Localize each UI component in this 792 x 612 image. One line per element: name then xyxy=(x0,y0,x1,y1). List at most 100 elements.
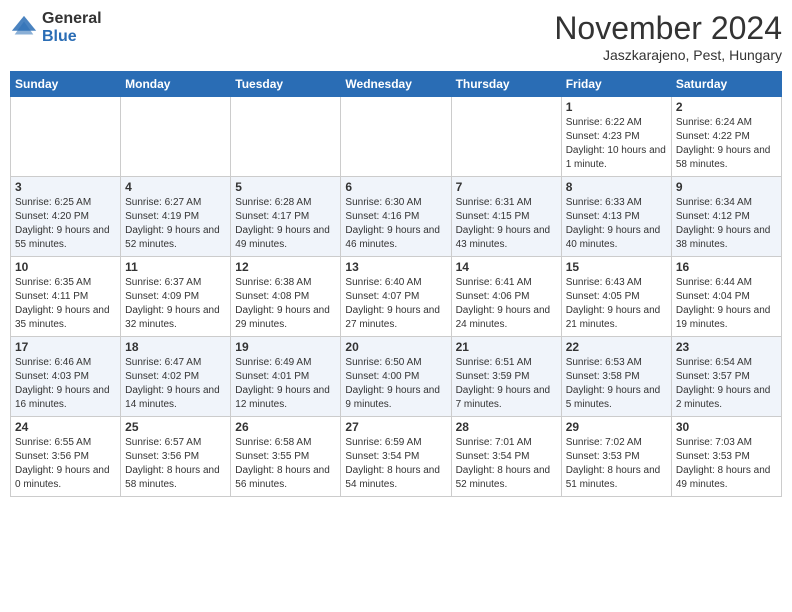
calendar-cell: 6 Sunrise: 6:30 AM Sunset: 4:16 PM Daylig… xyxy=(341,177,451,257)
logo-text: General Blue xyxy=(42,10,102,45)
calendar-cell: 25 Sunrise: 6:57 AM Sunset: 3:56 PM Dayli… xyxy=(121,417,231,497)
calendar-week-row: 10 Sunrise: 6:35 AM Sunset: 4:11 PM Dayli… xyxy=(11,257,782,337)
day-number: 7 xyxy=(456,180,557,194)
calendar-cell xyxy=(231,97,341,177)
calendar-cell: 19 Sunrise: 6:49 AM Sunset: 4:01 PM Dayli… xyxy=(231,337,341,417)
calendar-cell: 7 Sunrise: 6:31 AM Sunset: 4:15 PM Daylig… xyxy=(451,177,561,257)
calendar-cell xyxy=(11,97,121,177)
day-info: Sunrise: 6:58 AM Sunset: 3:55 PM Dayligh… xyxy=(235,436,336,492)
day-info: Sunrise: 6:54 AM Sunset: 3:57 PM Dayligh… xyxy=(676,356,777,412)
day-info: Sunrise: 6:47 AM Sunset: 4:02 PM Dayligh… xyxy=(125,356,226,412)
day-info: Sunrise: 7:03 AM Sunset: 3:53 PM Dayligh… xyxy=(676,436,777,492)
calendar-cell: 18 Sunrise: 6:47 AM Sunset: 4:02 PM Dayli… xyxy=(121,337,231,417)
day-number: 1 xyxy=(566,100,667,114)
day-info: Sunrise: 6:37 AM Sunset: 4:09 PM Dayligh… xyxy=(125,276,226,332)
day-number: 29 xyxy=(566,420,667,434)
calendar-cell: 24Sunrise: 6:55 AM Sunset: 3:56 PM Dayli… xyxy=(11,417,121,497)
calendar-cell xyxy=(341,97,451,177)
logo-icon xyxy=(10,14,38,42)
calendar-cell: 4 Sunrise: 6:27 AM Sunset: 4:19 PM Daylig… xyxy=(121,177,231,257)
day-info: Sunrise: 6:40 AM Sunset: 4:07 PM Dayligh… xyxy=(345,276,446,332)
weekday-header: Saturday xyxy=(671,72,781,97)
title-block: November 2024 Jaszkarajeno, Pest, Hungar… xyxy=(554,10,782,63)
calendar-cell: 9 Sunrise: 6:34 AM Sunset: 4:12 PM Daylig… xyxy=(671,177,781,257)
calendar-cell: 11Sunrise: 6:37 AM Sunset: 4:09 PM Dayli… xyxy=(121,257,231,337)
calendar-cell: 15 Sunrise: 6:43 AM Sunset: 4:05 PM Dayli… xyxy=(561,257,671,337)
day-info: Sunrise: 7:02 AM Sunset: 3:53 PM Dayligh… xyxy=(566,436,667,492)
day-number: 15 xyxy=(566,260,667,274)
logo: General Blue xyxy=(10,10,102,45)
day-number: 3 xyxy=(15,180,116,194)
day-number: 4 xyxy=(125,180,226,194)
day-info: Sunrise: 6:28 AM Sunset: 4:17 PM Dayligh… xyxy=(235,196,336,252)
calendar-week-row: 17 Sunrise: 6:46 AM Sunset: 4:03 PM Dayli… xyxy=(11,337,782,417)
calendar-cell: 10 Sunrise: 6:35 AM Sunset: 4:11 PM Dayli… xyxy=(11,257,121,337)
day-info: Sunrise: 6:31 AM Sunset: 4:15 PM Dayligh… xyxy=(456,196,557,252)
day-number: 27 xyxy=(345,420,446,434)
day-info: Sunrise: 6:38 AM Sunset: 4:08 PM Dayligh… xyxy=(235,276,336,332)
weekday-header: Wednesday xyxy=(341,72,451,97)
day-info: Sunrise: 6:57 AM Sunset: 3:56 PM Dayligh… xyxy=(125,436,226,492)
day-info: Sunrise: 6:50 AM Sunset: 4:00 PM Dayligh… xyxy=(345,356,446,412)
day-number: 18 xyxy=(125,340,226,354)
day-info: Sunrise: 6:27 AM Sunset: 4:19 PM Dayligh… xyxy=(125,196,226,252)
weekday-header: Tuesday xyxy=(231,72,341,97)
day-number: 25 xyxy=(125,420,226,434)
calendar-week-row: 3 Sunrise: 6:25 AM Sunset: 4:20 PM Daylig… xyxy=(11,177,782,257)
day-info: Sunrise: 6:43 AM Sunset: 4:05 PM Dayligh… xyxy=(566,276,667,332)
calendar-cell: 17 Sunrise: 6:46 AM Sunset: 4:03 PM Dayli… xyxy=(11,337,121,417)
day-info: Sunrise: 6:35 AM Sunset: 4:11 PM Dayligh… xyxy=(15,276,116,332)
day-info: Sunrise: 7:01 AM Sunset: 3:54 PM Dayligh… xyxy=(456,436,557,492)
day-number: 17 xyxy=(15,340,116,354)
day-number: 16 xyxy=(676,260,777,274)
day-number: 9 xyxy=(676,180,777,194)
calendar-cell: 5 Sunrise: 6:28 AM Sunset: 4:17 PM Daylig… xyxy=(231,177,341,257)
day-info: Sunrise: 6:44 AM Sunset: 4:04 PM Dayligh… xyxy=(676,276,777,332)
weekday-header: Thursday xyxy=(451,72,561,97)
day-info: Sunrise: 6:25 AM Sunset: 4:20 PM Dayligh… xyxy=(15,196,116,252)
page-header: General Blue November 2024 Jaszkarajeno,… xyxy=(10,10,782,63)
calendar-cell: 27 Sunrise: 6:59 AM Sunset: 3:54 PM Dayli… xyxy=(341,417,451,497)
day-number: 6 xyxy=(345,180,446,194)
weekday-header: Sunday xyxy=(11,72,121,97)
month-title: November 2024 xyxy=(554,10,782,47)
day-number: 2 xyxy=(676,100,777,114)
day-info: Sunrise: 6:30 AM Sunset: 4:16 PM Dayligh… xyxy=(345,196,446,252)
calendar-week-row: 24Sunrise: 6:55 AM Sunset: 3:56 PM Dayli… xyxy=(11,417,782,497)
calendar-cell xyxy=(451,97,561,177)
day-info: Sunrise: 6:34 AM Sunset: 4:12 PM Dayligh… xyxy=(676,196,777,252)
weekday-header: Friday xyxy=(561,72,671,97)
calendar-cell: 23 Sunrise: 6:54 AM Sunset: 3:57 PM Dayli… xyxy=(671,337,781,417)
day-info: Sunrise: 6:22 AM Sunset: 4:23 PM Dayligh… xyxy=(566,116,667,172)
calendar-cell: 2Sunrise: 6:24 AM Sunset: 4:22 PM Daylig… xyxy=(671,97,781,177)
calendar-week-row: 1 Sunrise: 6:22 AM Sunset: 4:23 PM Daylig… xyxy=(11,97,782,177)
day-number: 14 xyxy=(456,260,557,274)
day-number: 24 xyxy=(15,420,116,434)
day-info: Sunrise: 6:33 AM Sunset: 4:13 PM Dayligh… xyxy=(566,196,667,252)
day-info: Sunrise: 6:46 AM Sunset: 4:03 PM Dayligh… xyxy=(15,356,116,412)
calendar-cell xyxy=(121,97,231,177)
location: Jaszkarajeno, Pest, Hungary xyxy=(554,47,782,63)
calendar-cell: 3 Sunrise: 6:25 AM Sunset: 4:20 PM Daylig… xyxy=(11,177,121,257)
day-number: 12 xyxy=(235,260,336,274)
calendar-cell: 20 Sunrise: 6:50 AM Sunset: 4:00 PM Dayli… xyxy=(341,337,451,417)
day-number: 10 xyxy=(15,260,116,274)
calendar-cell: 8Sunrise: 6:33 AM Sunset: 4:13 PM Daylig… xyxy=(561,177,671,257)
day-number: 20 xyxy=(345,340,446,354)
day-number: 5 xyxy=(235,180,336,194)
day-info: Sunrise: 6:59 AM Sunset: 3:54 PM Dayligh… xyxy=(345,436,446,492)
calendar-cell: 29 Sunrise: 7:02 AM Sunset: 3:53 PM Dayli… xyxy=(561,417,671,497)
day-number: 22 xyxy=(566,340,667,354)
day-number: 13 xyxy=(345,260,446,274)
calendar-cell: 16 Sunrise: 6:44 AM Sunset: 4:04 PM Dayli… xyxy=(671,257,781,337)
day-info: Sunrise: 6:49 AM Sunset: 4:01 PM Dayligh… xyxy=(235,356,336,412)
calendar-cell: 30Sunrise: 7:03 AM Sunset: 3:53 PM Dayli… xyxy=(671,417,781,497)
day-info: Sunrise: 6:41 AM Sunset: 4:06 PM Dayligh… xyxy=(456,276,557,332)
day-number: 23 xyxy=(676,340,777,354)
day-number: 19 xyxy=(235,340,336,354)
weekday-header: Monday xyxy=(121,72,231,97)
day-number: 21 xyxy=(456,340,557,354)
calendar-cell: 13 Sunrise: 6:40 AM Sunset: 4:07 PM Dayli… xyxy=(341,257,451,337)
logo-blue: Blue xyxy=(42,28,102,46)
calendar-cell: 12 Sunrise: 6:38 AM Sunset: 4:08 PM Dayli… xyxy=(231,257,341,337)
